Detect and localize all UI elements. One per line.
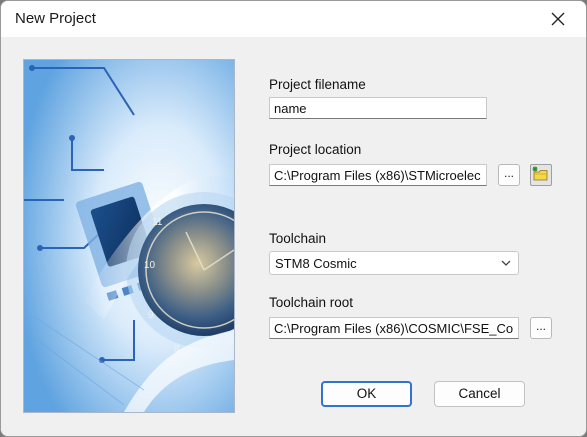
svg-text:10: 10 — [144, 260, 156, 271]
project-location-label: Project location — [269, 142, 362, 157]
close-button[interactable] — [540, 5, 576, 33]
new-project-dialog: New Project 12 11 10 9 8 Project filenam… — [0, 0, 587, 437]
chevron-down-icon — [501, 260, 511, 266]
circuit-globe-illustration: 12 11 10 9 8 — [24, 60, 234, 412]
dialog-title: New Project — [15, 10, 96, 27]
browse-location-button[interactable]: ... — [498, 164, 520, 186]
svg-text:12: 12 — [169, 170, 181, 181]
ok-button[interactable]: OK — [321, 381, 412, 407]
browse-toolchain-root-button[interactable]: ... — [530, 317, 552, 339]
svg-text:11: 11 — [152, 217, 163, 228]
close-icon — [551, 12, 565, 26]
new-folder-button[interactable] — [530, 164, 552, 186]
new-folder-icon — [532, 166, 548, 181]
toolchain-root-label: Toolchain root — [269, 295, 354, 310]
toolchain-select[interactable]: STM8 Cosmic — [269, 251, 519, 275]
toolchain-selected-value: STM8 Cosmic — [275, 256, 357, 271]
project-filename-input[interactable]: name — [269, 97, 487, 119]
title-bar: New Project — [1, 1, 586, 37]
project-filename-label: Project filename — [269, 77, 366, 92]
banner-image: 12 11 10 9 8 — [23, 59, 235, 413]
dialog-body: 12 11 10 9 8 Project filename name Proje… — [1, 37, 586, 436]
svg-text:9: 9 — [148, 310, 154, 321]
project-location-input[interactable]: C:\Program Files (x86)\STMicroelec — [269, 164, 487, 186]
toolchain-label: Toolchain — [269, 231, 327, 246]
cancel-button[interactable]: Cancel — [434, 381, 525, 407]
toolchain-root-input[interactable]: C:\Program Files (x86)\COSMIC\FSE_Co — [269, 317, 519, 339]
